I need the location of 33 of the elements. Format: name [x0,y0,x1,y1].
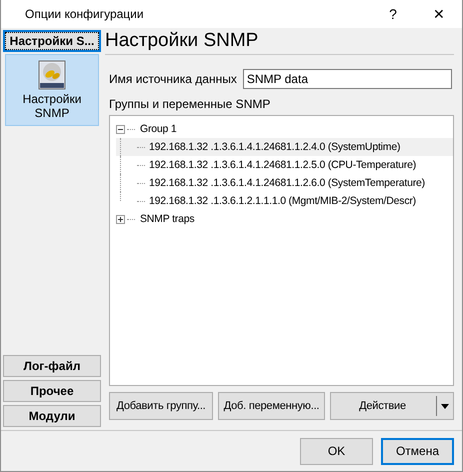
window-title: Опции конфигурации [25,7,145,21]
expand-icon[interactable] [116,214,125,224]
tree-row[interactable]: 192.168.1.32 .1.3.6.1.4.1.24681.1.2.5.0 (CPU-Temperature) [116,156,453,174]
category-button[interactable]: Настройки S... [3,30,101,52]
tree-row[interactable]: 192.168.1.32 .1.3.6.1.2.1.1.1.0 (Mgmt/MIB-2/System/Descr) [116,192,453,210]
dropdown-button[interactable]: Действие [330,392,454,420]
close-button[interactable]: ✕ [416,0,462,28]
tree-node[interactable]: SNMP traps [140,213,194,225]
tree-row[interactable]: 192.168.1.32 .1.3.6.1.4.1.24681.1.2.4.0 (SystemUptime) [116,138,453,156]
sidebar-item[interactable]: Настройки SNMP [5,54,99,126]
caret-icon [441,404,449,408]
help-button[interactable]: ? [370,0,416,28]
tree-item: 192.168.1.32 .1.3.6.1.2.1.1.1.0 (Mgmt/MIB-2/System/Descr) [149,195,416,207]
dialog-button[interactable]: Отмена [381,438,454,464]
sidebar-item-label: Настройки SNMP [22,92,82,120]
category-button[interactable]: Модули [3,405,101,427]
tree-item: 192.168.1.32 .1.3.6.1.4.1.24681.1.2.4.0 (SystemUptime) [149,141,400,153]
collapse-icon[interactable] [116,124,125,134]
action-button[interactable]: Доб. переменную... [218,392,325,420]
input-field[interactable]: SNMP data [242,69,452,89]
dialog-button[interactable]: OK [300,438,373,464]
tree-item: 192.168.1.32 .1.3.6.1.4.1.24681.1.2.6.0 (SystemTemperature) [149,177,425,189]
category-button[interactable]: Прочее [3,380,101,402]
tree-label: Группы и переменные SNMP [108,96,272,113]
network-module-icon [37,60,67,90]
tree-view[interactable] [109,115,454,386]
panel-title: Настройки SNMP [105,28,454,55]
tree-node[interactable]: Group 1 [140,123,177,135]
action-button[interactable]: Добавить группу... [109,392,213,420]
field-label: Имя источника данных [109,72,237,86]
tree-item: 192.168.1.32 .1.3.6.1.4.1.24681.1.2.5.0 (CPU-Temperature) [149,159,416,171]
category-button[interactable]: Лог-файл [3,355,101,377]
tree-row[interactable]: 192.168.1.32 .1.3.6.1.4.1.24681.1.2.6.0 (SystemTemperature) [116,174,453,192]
